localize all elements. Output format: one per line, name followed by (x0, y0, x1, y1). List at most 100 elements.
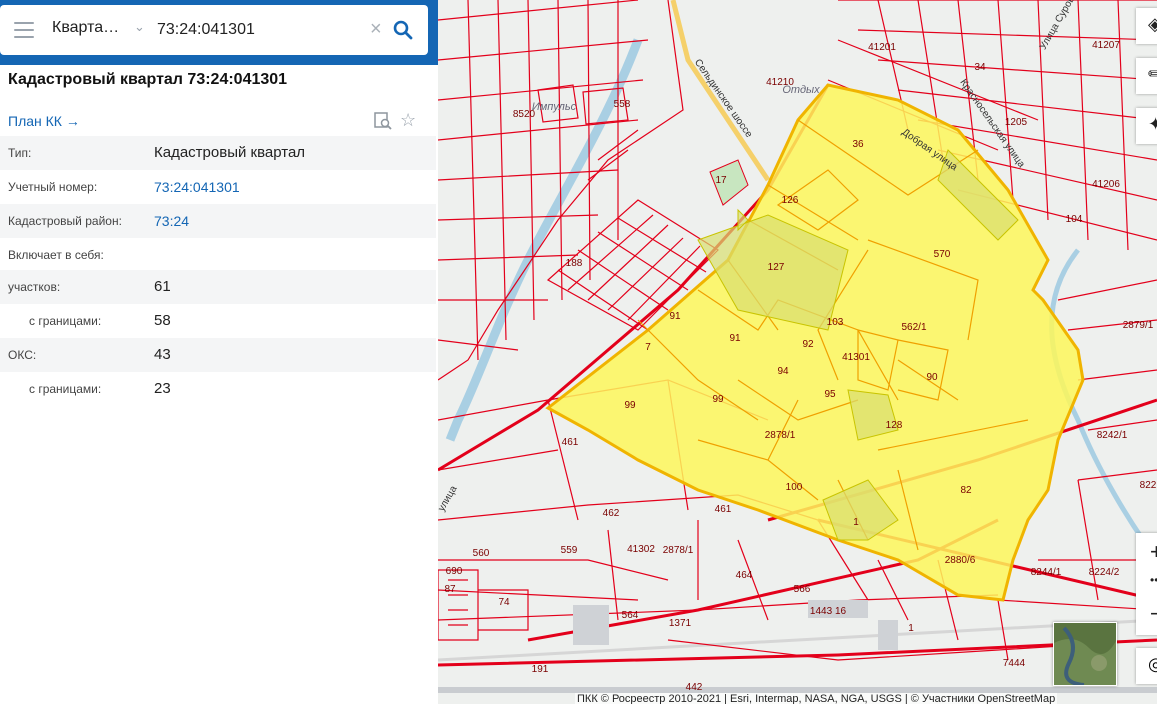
info-row-type: Тип: Кадастровый квартал (0, 136, 436, 170)
chevron-down-icon: ⌄ (134, 19, 145, 34)
zoom-slider[interactable]: •• (1150, 573, 1157, 587)
parcel-label: 191 (532, 664, 549, 675)
parcel-label: 104 (1066, 214, 1083, 225)
info-row-number: Учетный номер: 73:24:041301 (0, 170, 436, 204)
parcel-label: 8244/1 (1031, 567, 1062, 578)
clear-icon[interactable]: × (370, 18, 386, 40)
parcel-label: 8224/2 (1089, 567, 1120, 578)
plan-link[interactable]: План КК → (8, 113, 80, 129)
parcel-label: 442 (686, 682, 703, 693)
ruler-button[interactable]: ✏ (1136, 58, 1157, 94)
satellite-thumbnail-icon (1054, 623, 1116, 685)
parcel-label: 99 (712, 394, 724, 405)
pin-icon: ✦ (1148, 114, 1157, 134)
parcel-label: 95 (824, 389, 836, 400)
parcel-label: 36 (852, 139, 864, 150)
info-key: с границами: (29, 314, 102, 328)
parcel-label: 2878/1 (765, 430, 796, 441)
info-value: Кадастровый квартал (154, 144, 306, 161)
parcel-label: 560 (473, 548, 490, 559)
info-row-parcels-bounded: с границами: 58 (0, 304, 436, 338)
parcel-label: 82 (960, 485, 972, 496)
parcel-label: 41201 (868, 42, 896, 53)
info-value-link[interactable]: 73:24 (154, 213, 189, 229)
parcel-label: 1205 (1005, 117, 1028, 128)
parcel-label: 92 (802, 339, 814, 350)
parcel-label: 1371 (669, 618, 692, 629)
map-canvas[interactable]: 36 126 127 570 91 91 103 562/1 92 41301 7 94 90 99 99 9… (438, 0, 1157, 704)
parcel-label: 188 (566, 258, 583, 269)
parcel-label: 822 (1140, 480, 1157, 491)
info-value: 23 (154, 380, 171, 397)
info-key: участков: (8, 280, 61, 294)
cadastral-map[interactable]: 36 126 127 570 91 91 103 562/1 92 41301 7 94 90 99 99 9… (438, 0, 1157, 704)
info-row-oks-bounded: с границами: 23 (0, 372, 436, 406)
parcel-label: 1 (853, 517, 859, 528)
search-icon[interactable] (392, 19, 414, 41)
info-panel: Кварта… ⌄ × ❮ Кадастровый квартал 73:24:… (0, 0, 454, 704)
street-label: Сельдинское шоссе (692, 57, 755, 140)
parcel-label: 461 (715, 504, 732, 515)
parcel-label: 103 (827, 317, 844, 328)
ruler-icon: ✏ (1148, 64, 1157, 84)
parcel-label: 34 (974, 62, 986, 73)
pin-button[interactable]: ✦ (1136, 108, 1157, 144)
parcel-label: 87 (444, 584, 456, 595)
locate-button[interactable]: ◎ (1136, 648, 1157, 684)
search-type-select[interactable]: Кварта… ⌄ (52, 19, 148, 41)
place-label: Отдых (782, 84, 820, 96)
layers-icon: ◈ (1148, 14, 1157, 34)
parcel-label: 99 (624, 400, 636, 411)
info-key: с границами: (29, 382, 102, 396)
parcel-label: 90 (926, 372, 938, 383)
street-label: улица (438, 484, 460, 514)
compass-icon: ◎ (1148, 654, 1157, 674)
info-row-district: Кадастровый район: 73:24 (0, 204, 436, 238)
info-row-parcels: участков: 61 (0, 270, 436, 304)
arrow-right-icon: → (65, 113, 80, 129)
plan-link-label: План КК (8, 113, 62, 129)
parcel-label: 94 (777, 366, 789, 377)
zoom-control: + •• − (1136, 533, 1157, 635)
parcel-label: 8242/1 (1097, 430, 1128, 441)
info-value: 43 (154, 346, 171, 363)
parcel-label: 91 (669, 311, 681, 322)
basemap-switcher[interactable] (1053, 622, 1117, 686)
parcel-label: 17 (715, 175, 727, 186)
parcel-label: 690 (446, 566, 463, 577)
parcel-label: 100 (786, 482, 803, 493)
parcel-label: 7444 (1003, 658, 1026, 669)
info-key: Тип: (8, 146, 32, 160)
parcel-label: 41302 (627, 544, 655, 555)
parcel-label: 128 (886, 420, 903, 431)
layers-button[interactable]: ◈ (1136, 8, 1157, 44)
zoom-out-button[interactable]: − (1150, 601, 1157, 627)
parcel-label: 41206 (1092, 179, 1120, 190)
menu-icon[interactable] (14, 22, 34, 38)
zoom-in-button[interactable]: + (1150, 539, 1157, 565)
parcel-label: 2879/1 (1123, 320, 1154, 331)
parcel-label: 558 (614, 99, 631, 110)
place-label: Импульс (532, 101, 577, 113)
parcel-label: 7 (645, 342, 651, 353)
parcel-label: 464 (736, 570, 753, 581)
info-value-link[interactable]: 73:24:041301 (154, 179, 240, 195)
parcel-label: 562/1 (901, 322, 926, 333)
parcel-label: 127 (768, 262, 785, 273)
parcel-label: 462 (603, 508, 620, 519)
parcel-label: 570 (934, 249, 951, 260)
info-key: Включает в себя: (8, 248, 104, 262)
parcel-label: 41207 (1092, 40, 1120, 51)
star-icon[interactable]: ☆ (400, 110, 420, 130)
info-row-oks: ОКС: 43 (0, 338, 436, 372)
parcel-label: 559 (561, 545, 578, 556)
map-attribution: ПКК © Росреестр 2010-2021 | Esri, Interm… (575, 693, 1058, 704)
parcel-label: 564 (622, 610, 639, 621)
parcel-label: 1 (908, 623, 914, 634)
info-value: 61 (154, 278, 171, 295)
search-box: Кварта… ⌄ × (0, 5, 428, 55)
document-search-icon[interactable] (374, 112, 392, 130)
search-input[interactable] (157, 18, 352, 42)
info-value: 58 (154, 312, 171, 329)
parcel-label: 2878/1 (663, 545, 694, 556)
